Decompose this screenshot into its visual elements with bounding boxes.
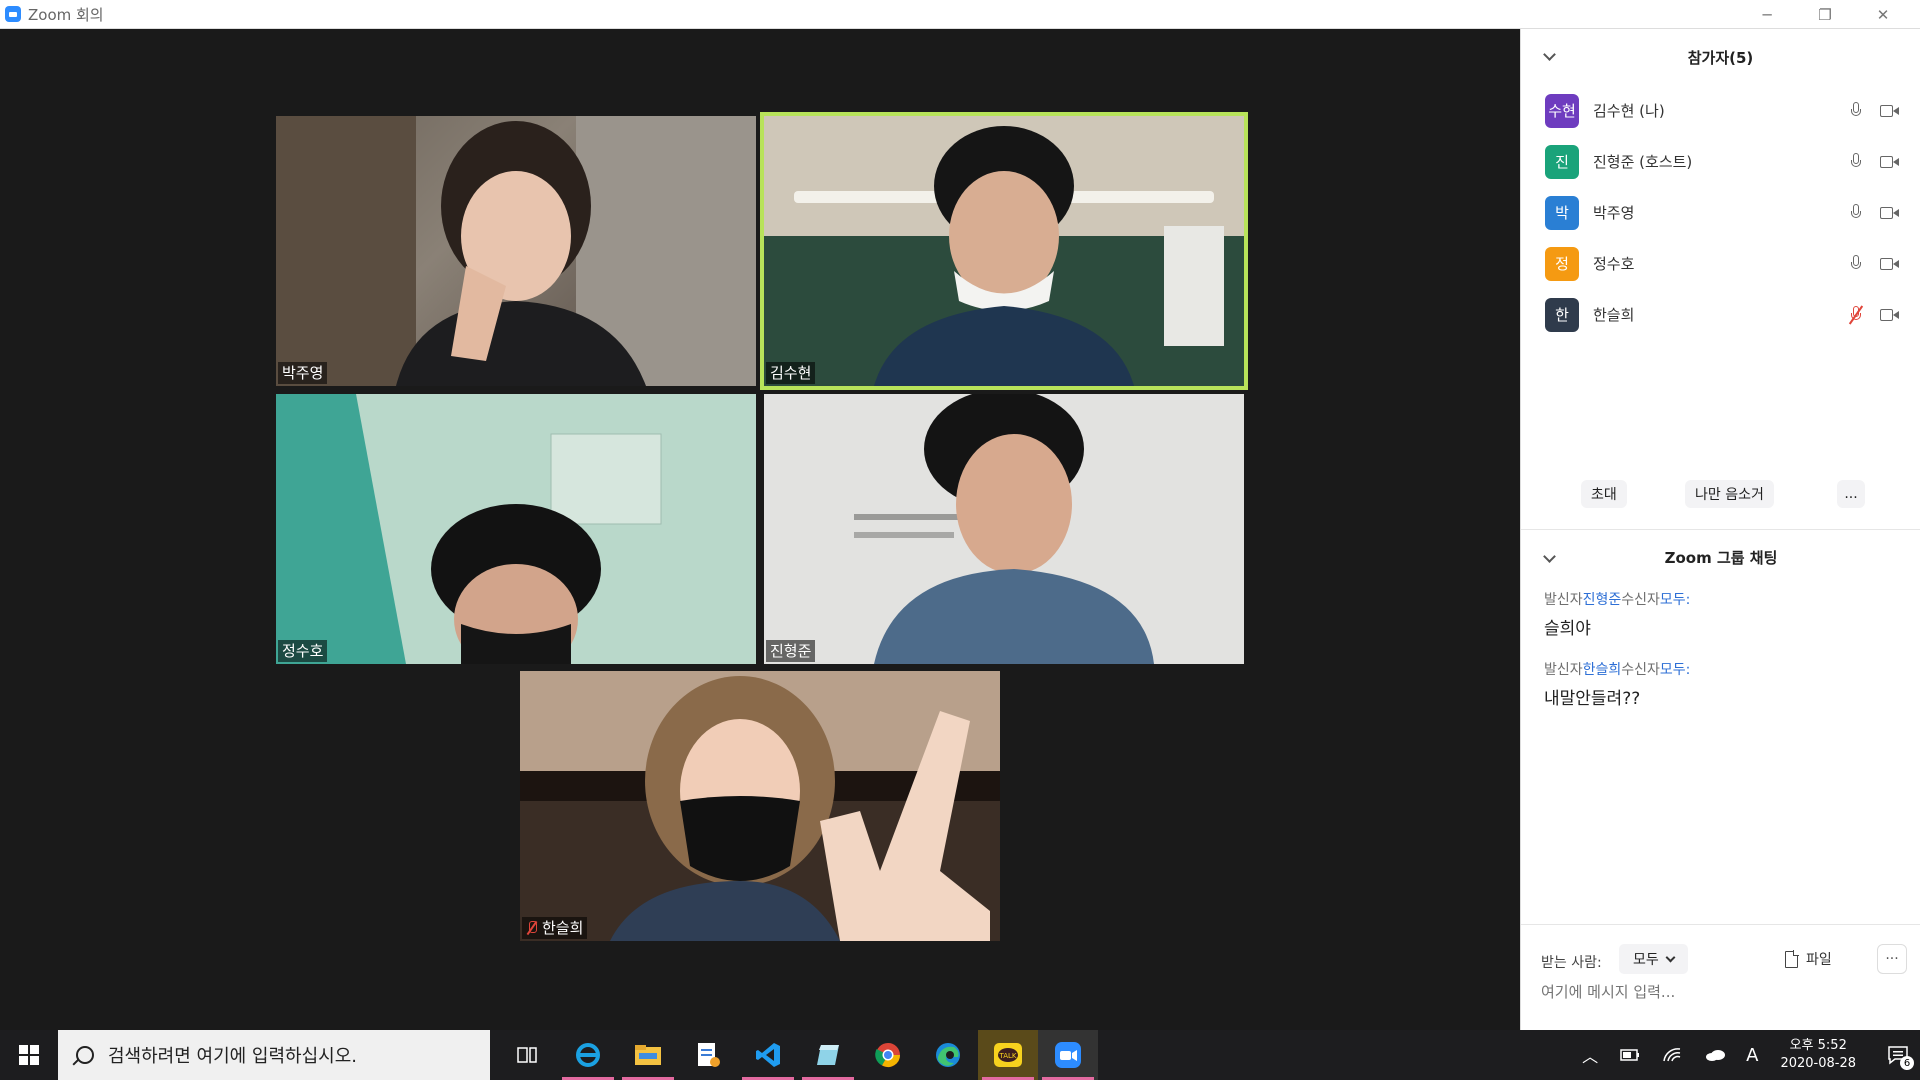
chat-message-text: 슬희야 bbox=[1544, 619, 1591, 639]
participant-name: 김수현 (나) bbox=[1593, 102, 1665, 120]
divider bbox=[1521, 529, 1920, 530]
input-method-indicator[interactable]: A bbox=[1746, 1045, 1758, 1066]
avatar: 진 bbox=[1545, 144, 1579, 179]
notepad-app-icon[interactable] bbox=[798, 1030, 858, 1080]
microphone-icon[interactable] bbox=[1850, 152, 1862, 171]
video-camera-icon[interactable] bbox=[1880, 104, 1900, 118]
microphone-icon[interactable] bbox=[1850, 101, 1862, 120]
chat-message-input[interactable] bbox=[1541, 983, 1901, 1001]
chat-title: Zoom 그룹 채팅 bbox=[1664, 548, 1778, 567]
participant-name: 한슬희 bbox=[1593, 306, 1635, 324]
participant-name-label: 박주영 bbox=[278, 362, 328, 384]
participant-row[interactable]: 수현 김수현 (나) bbox=[1539, 85, 1902, 136]
chat-more-button[interactable]: ··· bbox=[1877, 944, 1907, 974]
video-camera-icon[interactable] bbox=[1880, 206, 1900, 220]
taskbar-clock[interactable]: 오후 5:52 2020-08-28 bbox=[1780, 1037, 1856, 1073]
zoom-taskbar-icon[interactable] bbox=[1038, 1030, 1098, 1080]
chat-message-meta: 발신자한슬희수신자모두: bbox=[1544, 662, 1691, 678]
participant-name-label: 정수호 bbox=[278, 640, 328, 662]
document-app-icon[interactable] bbox=[678, 1030, 738, 1080]
participant-video bbox=[764, 394, 1244, 664]
zoom-app-icon bbox=[5, 6, 21, 22]
side-panel: 참가자(5) 수현 김수현 (나) 진 진형준 (호스트) 박 박주영 정 정수… bbox=[1520, 29, 1920, 1030]
restore-button[interactable]: ❐ bbox=[1796, 0, 1854, 29]
participant-video bbox=[276, 116, 756, 386]
file-button[interactable]: 파일 bbox=[1785, 949, 1832, 969]
microphone-muted-icon[interactable] bbox=[1848, 304, 1864, 325]
participants-header: 참가자(5) bbox=[1521, 29, 1920, 85]
svg-text:TALK: TALK bbox=[998, 1052, 1016, 1060]
recipient-label: 받는 사람: bbox=[1541, 955, 1602, 971]
window-title: Zoom 회의 bbox=[28, 5, 104, 24]
title-bar: Zoom 회의 ─ ❐ ✕ bbox=[0, 0, 1920, 29]
participant-video bbox=[276, 394, 756, 664]
windows-taskbar: 검색하려면 여기에 입력하십시오. TALK ︿ A 오후 5:52 2020-… bbox=[0, 1030, 1920, 1080]
close-button[interactable]: ✕ bbox=[1854, 0, 1912, 29]
windows-logo-icon bbox=[19, 1045, 39, 1065]
video-tile-active-speaker[interactable]: 김수현 bbox=[760, 112, 1248, 390]
collapse-chevron-icon[interactable] bbox=[1543, 48, 1556, 61]
chrome-icon[interactable] bbox=[858, 1030, 918, 1080]
vscode-icon[interactable] bbox=[738, 1030, 798, 1080]
chat-message-meta: 발신자진형준수신자모두: bbox=[1544, 592, 1691, 608]
participant-row[interactable]: 박 박주영 bbox=[1539, 187, 1902, 238]
avatar: 수현 bbox=[1545, 93, 1579, 128]
system-tray: ︿ A 오후 5:52 2020-08-28 6 bbox=[1582, 1030, 1920, 1080]
chat-message-text: 내말안들려?? bbox=[1544, 689, 1641, 709]
taskbar-search-box[interactable]: 검색하려면 여기에 입력하십시오. bbox=[58, 1030, 490, 1080]
participants-title: 참가자(5) bbox=[1687, 48, 1754, 67]
chevron-up-icon[interactable]: ︿ bbox=[1582, 1043, 1598, 1067]
task-view-icon[interactable] bbox=[498, 1030, 558, 1080]
video-tile[interactable]: 정수호 bbox=[276, 394, 756, 664]
participant-name: 정수호 bbox=[1593, 255, 1635, 273]
wifi-icon[interactable] bbox=[1662, 1047, 1682, 1063]
video-camera-icon[interactable] bbox=[1880, 308, 1900, 322]
chat-header: Zoom 그룹 채팅 bbox=[1521, 536, 1920, 578]
video-tile[interactable]: 한슬희 bbox=[520, 671, 1000, 941]
participant-row[interactable]: 정 정수호 bbox=[1539, 238, 1902, 289]
participant-row[interactable]: 한 한슬희 bbox=[1539, 289, 1902, 340]
video-tile[interactable]: 박주영 bbox=[276, 116, 756, 386]
participant-name-label: 진형준 bbox=[766, 640, 816, 662]
participant-name-label: 김수현 bbox=[766, 362, 816, 384]
avatar: 한 bbox=[1545, 297, 1579, 332]
participant-name: 박주영 bbox=[1593, 204, 1635, 222]
microphone-icon[interactable] bbox=[1850, 203, 1862, 222]
collapse-chevron-icon[interactable] bbox=[1543, 550, 1556, 563]
mute-me-button[interactable]: 나만 음소거 bbox=[1685, 480, 1774, 508]
mic-muted-icon bbox=[526, 921, 538, 935]
kakaotalk-icon[interactable]: TALK bbox=[978, 1030, 1038, 1080]
file-icon bbox=[1785, 949, 1799, 968]
chevron-down-icon bbox=[1665, 952, 1676, 962]
chat-composer: 받는 사람: 모두 파일 ··· bbox=[1521, 924, 1920, 1030]
edge-icon[interactable] bbox=[918, 1030, 978, 1080]
battery-icon[interactable] bbox=[1620, 1048, 1640, 1062]
participant-name: 진형준 (호스트) bbox=[1593, 153, 1693, 171]
invite-button[interactable]: 초대 bbox=[1581, 480, 1627, 508]
recipient-select[interactable]: 모두 bbox=[1619, 944, 1688, 974]
participant-video bbox=[764, 116, 1244, 386]
notification-count-badge: 6 bbox=[1900, 1056, 1914, 1070]
participant-name-label: 한슬희 bbox=[522, 917, 588, 939]
file-explorer-icon[interactable] bbox=[618, 1030, 678, 1080]
minimize-button[interactable]: ─ bbox=[1738, 0, 1796, 29]
microphone-icon[interactable] bbox=[1850, 254, 1862, 273]
video-gallery: 박주영 김수현 정수호 진형준 한슬희 bbox=[0, 29, 1520, 1030]
participant-row[interactable]: 진 진형준 (호스트) bbox=[1539, 136, 1902, 187]
search-icon bbox=[76, 1046, 94, 1064]
internet-explorer-icon[interactable] bbox=[558, 1030, 618, 1080]
onedrive-cloud-icon[interactable] bbox=[1704, 1048, 1726, 1062]
participants-list: 수현 김수현 (나) 진 진형준 (호스트) 박 박주영 정 정수호 한 한슬희 bbox=[1521, 85, 1920, 340]
notification-center-button[interactable]: 6 bbox=[1876, 1030, 1920, 1080]
video-tile[interactable]: 진형준 bbox=[764, 394, 1244, 664]
video-camera-icon[interactable] bbox=[1880, 155, 1900, 169]
participant-video bbox=[520, 671, 1000, 941]
avatar: 박 bbox=[1545, 195, 1579, 230]
start-button[interactable] bbox=[0, 1030, 58, 1080]
more-options-button[interactable]: ... bbox=[1837, 480, 1865, 508]
video-camera-icon[interactable] bbox=[1880, 257, 1900, 271]
avatar: 정 bbox=[1545, 246, 1579, 281]
